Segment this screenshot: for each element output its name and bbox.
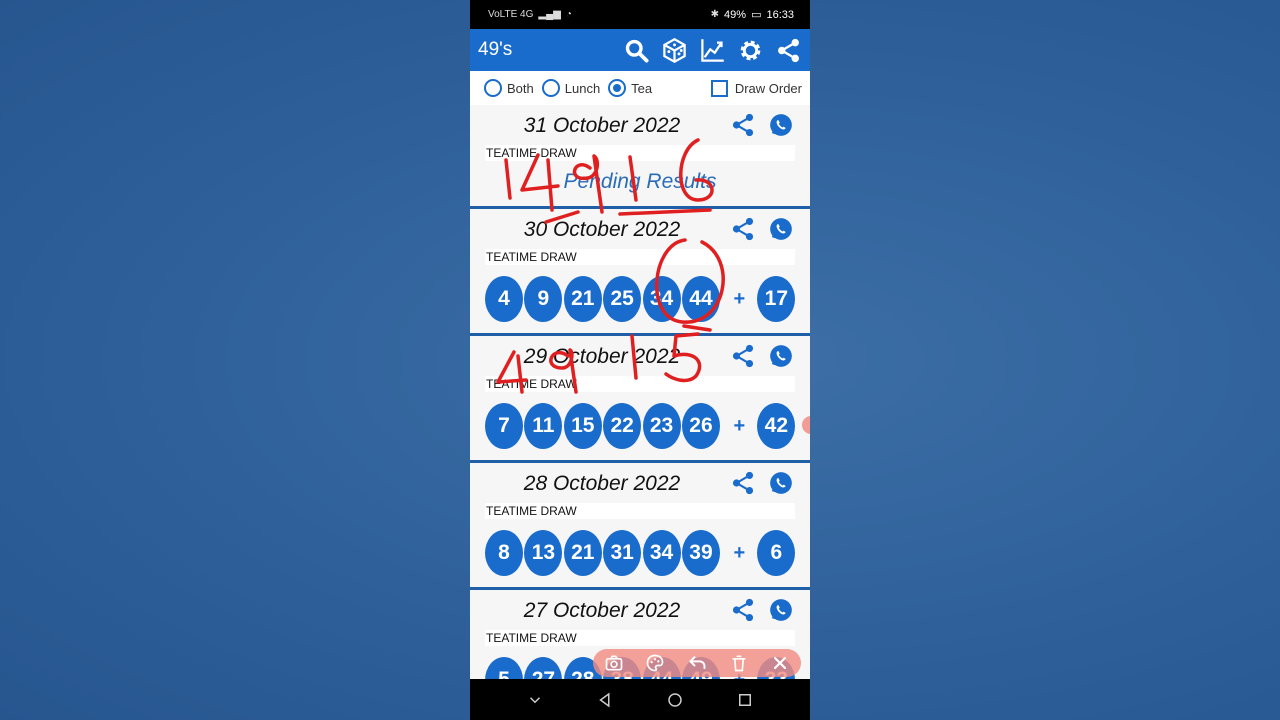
radio-tea-label: Tea [631, 80, 653, 96]
radio-lunch-indicator [541, 79, 560, 97]
draw-filter-bar: Both Lunch Tea Draw Order [470, 71, 810, 105]
radio-both-label: Both [507, 80, 534, 96]
whatsapp-icon[interactable] [768, 216, 794, 242]
signal-icon: ▂▄▆ [538, 9, 561, 20]
camera-icon[interactable] [604, 653, 624, 673]
draw-type-label: TEATIME DRAW [485, 145, 795, 161]
radio-lunch-label: Lunch [564, 80, 601, 96]
number-ball: 25 [603, 276, 642, 322]
number-ball: 13 [524, 530, 563, 576]
bonus-plus: + [733, 414, 746, 437]
draw-date: 30 October 2022 [523, 218, 681, 241]
bonus-ball: 17 [757, 276, 796, 322]
draw-type-label: TEATIME DRAW [485, 503, 795, 519]
draw-results-list: 31 October 2022 TEATIME DRAW Pending Resul… [470, 105, 810, 714]
annotation-toolbar [593, 649, 801, 677]
undo-icon[interactable] [687, 653, 707, 673]
draw-card: 30 October 2022 TEATIME DRAW 4 9 21 25 34 44 +17 [470, 206, 810, 333]
app-bar: 49's [470, 29, 810, 71]
status-bar: VoLTE 4G ▂▄▆ ◔ ✱ 49% ▭ 16:33 [470, 0, 810, 29]
radio-both[interactable]: Both [484, 79, 534, 97]
draw-order-checkbox[interactable] [710, 79, 728, 97]
dice-icon[interactable] [661, 37, 688, 64]
chevron-down-icon[interactable] [526, 691, 544, 709]
clock: 16:33 [766, 8, 794, 21]
number-row: 7 11 15 22 23 26 +42 [470, 392, 810, 460]
number-row: 8 13 21 31 34 39 +6 [470, 519, 810, 587]
number-ball: 31 [603, 530, 642, 576]
draw-date: 27 October 2022 [523, 599, 681, 622]
draw-date: 31 October 2022 [523, 114, 681, 137]
share-icon[interactable] [730, 597, 756, 623]
back-icon[interactable] [596, 691, 614, 709]
radio-lunch[interactable]: Lunch [541, 79, 601, 97]
draw-type-label: TEATIME DRAW [485, 376, 795, 392]
close-icon[interactable] [770, 653, 790, 673]
draw-order-label: Draw Order [734, 80, 802, 96]
number-ball: 8 [485, 530, 523, 576]
wifi-icon: ◔ [565, 9, 572, 20]
share-icon[interactable] [775, 37, 802, 64]
number-ball: 7 [485, 403, 523, 449]
navigation-bar [470, 679, 810, 720]
radio-both-indicator [484, 79, 502, 97]
radio-tea-indicator [608, 79, 627, 97]
radio-tea[interactable]: Tea [608, 79, 652, 97]
number-ball: 22 [603, 403, 642, 449]
number-ball: 34 [642, 530, 681, 576]
recent-apps-icon[interactable] [736, 691, 754, 709]
draw-order-toggle[interactable]: Draw Order [710, 79, 802, 97]
share-icon[interactable] [730, 470, 756, 496]
number-ball: 44 [681, 276, 720, 322]
draw-card: 28 October 2022 TEATIME DRAW 8 13 21 31 34 39 +6 [470, 460, 810, 587]
number-ball: 26 [681, 403, 720, 449]
draw-date: 28 October 2022 [523, 472, 681, 495]
number-ball: 4 [485, 276, 523, 322]
bonus-ball: 6 [757, 530, 796, 576]
draw-card: 31 October 2022 TEATIME DRAW Pending Resul… [470, 105, 810, 206]
bluetooth-icon: ✱ [710, 9, 720, 20]
bonus-ball: 42 [757, 403, 796, 449]
draw-date: 29 October 2022 [523, 345, 681, 368]
number-ball: 21 [563, 530, 602, 576]
number-ball: 11 [524, 403, 563, 449]
gear-icon[interactable] [737, 37, 764, 64]
battery-level: 49% [724, 8, 747, 21]
pending-results: Pending Results [563, 170, 717, 193]
whatsapp-icon[interactable] [768, 597, 794, 623]
whatsapp-icon[interactable] [768, 470, 794, 496]
app-title: 49's [478, 39, 513, 60]
phone-screen: VoLTE 4G ▂▄▆ ◔ ✱ 49% ▭ 16:33 49's Both L… [470, 0, 810, 720]
bonus-plus: + [733, 541, 746, 564]
number-ball: 21 [563, 276, 602, 322]
draw-type-label: TEATIME DRAW [485, 630, 795, 646]
number-ball: 15 [563, 403, 602, 449]
number-ball: 34 [642, 276, 681, 322]
share-icon[interactable] [730, 216, 756, 242]
battery-icon: ▭ [751, 9, 762, 21]
number-ball: 23 [642, 403, 681, 449]
share-icon[interactable] [730, 343, 756, 369]
network-status: VoLTE 4G [488, 9, 534, 20]
whatsapp-icon[interactable] [768, 112, 794, 138]
number-ball: 39 [681, 530, 720, 576]
palette-icon[interactable] [645, 653, 665, 673]
whatsapp-icon[interactable] [768, 343, 794, 369]
number-row: 4 9 21 25 34 44 +17 [470, 265, 810, 333]
bonus-plus: + [733, 287, 746, 310]
trash-icon[interactable] [729, 653, 749, 673]
draw-type-label: TEATIME DRAW [485, 249, 795, 265]
home-icon[interactable] [666, 691, 684, 709]
chart-icon[interactable] [699, 37, 726, 64]
share-icon[interactable] [730, 112, 756, 138]
number-ball: 9 [524, 276, 563, 322]
draw-card: 29 October 2022 TEATIME DRAW 7 11 15 22 23 26 +4… [470, 333, 810, 460]
search-icon[interactable] [623, 37, 650, 64]
